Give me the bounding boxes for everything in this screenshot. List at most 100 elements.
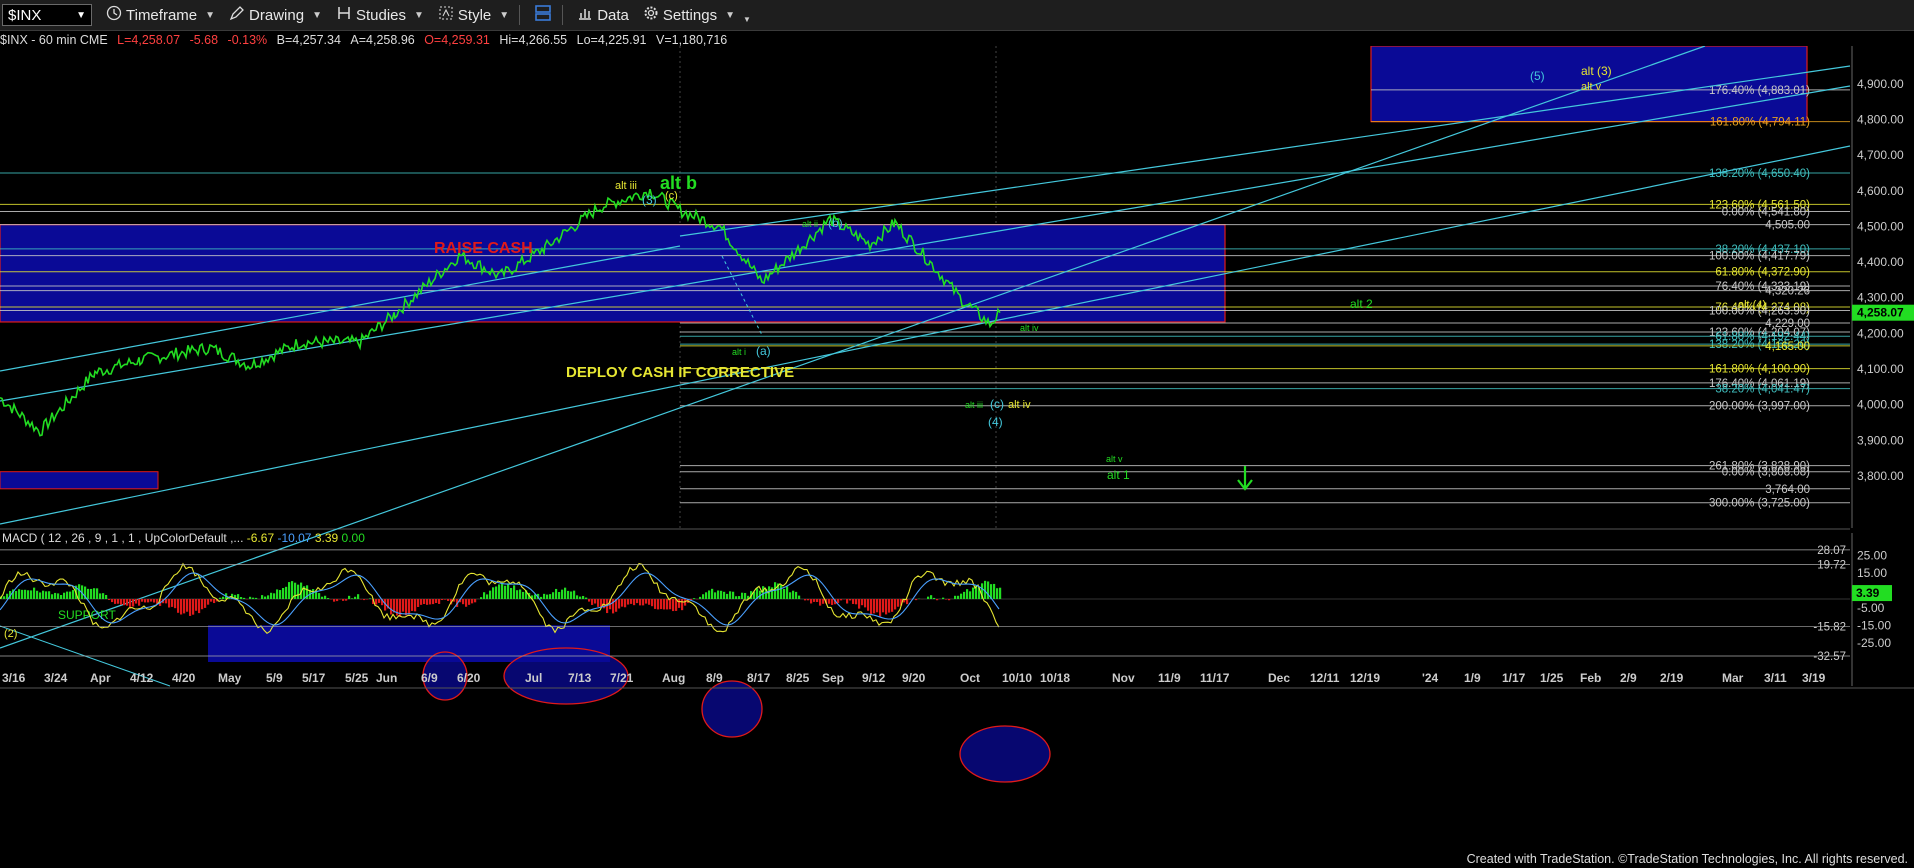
- macd-current-label: 3.39: [1856, 586, 1880, 600]
- macd-histogram-bar: [204, 599, 207, 608]
- time-axis-tick: 9/12: [862, 671, 886, 685]
- time-axis-tick: Oct: [960, 671, 980, 685]
- macd-histogram-bar: [72, 590, 75, 599]
- macd-histogram-bar: [87, 588, 90, 599]
- time-axis-tick: 4/20: [172, 671, 196, 685]
- fib-level-label: 161.80% (4,100.90): [1709, 364, 1810, 376]
- studies-menu[interactable]: Studies ▼: [336, 5, 424, 25]
- macd-level-label: 19.72: [1817, 559, 1846, 571]
- time-axis-tick: 1/9: [1464, 671, 1481, 685]
- macd-histogram-bar: [33, 587, 36, 599]
- macd-histogram-bar: [888, 599, 891, 613]
- macd-histogram-bar: [930, 595, 933, 599]
- fib-level-label: 38.20% (4,041.47): [1715, 384, 1810, 396]
- price-axis-tick: 4,500.00: [1857, 219, 1904, 233]
- macd-histogram-bar: [852, 599, 855, 604]
- macd-histogram-bar: [960, 593, 963, 599]
- symbol-input[interactable]: $INX ▼: [2, 4, 92, 26]
- macd-histogram-bar: [468, 599, 471, 605]
- fib-level-label: 4,165.00: [1765, 341, 1810, 353]
- macd-histogram-bar: [588, 599, 591, 602]
- macd-histogram-bar: [495, 586, 498, 599]
- macd-histogram-bar: [399, 599, 402, 617]
- time-axis-tick: 4/12: [130, 671, 154, 685]
- style-menu[interactable]: Style ▼: [438, 5, 509, 25]
- macd-histogram-bar: [348, 595, 351, 599]
- macd-histogram-bar: [669, 599, 672, 610]
- macd-histogram-bar: [762, 586, 765, 599]
- macd-histogram-bar: [165, 599, 168, 604]
- macd-histogram-bar: [999, 587, 1002, 599]
- data-menu[interactable]: Data: [577, 5, 629, 25]
- macd-histogram-bar: [738, 596, 741, 599]
- timeframe-menu[interactable]: Timeframe ▼: [106, 5, 215, 25]
- macd-histogram-bar: [240, 597, 243, 599]
- macd-histogram-bar: [663, 599, 666, 610]
- macd-histogram-bar: [321, 596, 324, 599]
- macd-histogram-bar: [516, 590, 519, 599]
- macd-histogram-bar: [744, 592, 747, 599]
- macd-histogram-bar: [540, 596, 543, 599]
- macd-histogram-bar: [969, 591, 972, 599]
- chevron-down-icon: ▼: [414, 9, 424, 21]
- macd-histogram-bar: [375, 599, 378, 605]
- clock-icon: [106, 5, 122, 25]
- macd-histogram-bar: [786, 586, 789, 599]
- time-axis-tick: 5/9: [266, 671, 283, 685]
- layout-icon: [534, 4, 552, 26]
- settings-menu[interactable]: Settings ▼ ▼: [643, 5, 751, 25]
- macd-histogram-bar: [90, 588, 93, 599]
- time-axis-tick: 12/11: [1310, 671, 1340, 685]
- macd-histogram-bar: [21, 589, 24, 599]
- time-axis-tick: 9/20: [902, 671, 926, 685]
- macd-ellipse: [959, 725, 1051, 783]
- quote-info-line: $INX - 60 min CME L=4,258.07 -5.68 -0.13…: [0, 33, 727, 47]
- macd-histogram-bar: [621, 599, 624, 607]
- macd-histogram-bar: [672, 599, 675, 612]
- macd-histogram-bar: [792, 590, 795, 599]
- macd-histogram-bar: [561, 589, 564, 599]
- macd-axis-tick: 15.00: [1857, 566, 1887, 580]
- macd-histogram-bar: [99, 593, 102, 599]
- style-icon: [438, 5, 454, 25]
- macd-histogram-bar: [594, 599, 597, 604]
- macd-histogram-bar: [705, 592, 708, 599]
- price-chart[interactable]: 176.40% (4,883.01)161.80% (4,794.11)138.…: [0, 46, 1914, 858]
- macd-histogram-bar: [480, 597, 483, 599]
- drawing-menu[interactable]: Drawing ▼: [229, 5, 322, 25]
- time-axis-tick: Sep: [822, 671, 844, 685]
- chevron-down-icon: ▼: [725, 9, 735, 21]
- toolbar-divider: [519, 5, 521, 25]
- macd-histogram-bar: [261, 595, 264, 599]
- macd-histogram-bar: [213, 599, 216, 604]
- macd-histogram-bar: [138, 599, 141, 606]
- layout-button[interactable]: [534, 4, 552, 26]
- macd-histogram-bar: [54, 592, 57, 599]
- time-axis-tick: 11/17: [1200, 671, 1230, 685]
- macd-histogram-bar: [378, 599, 381, 603]
- macd-histogram-bar: [546, 594, 549, 599]
- time-axis-tick: 3/19: [1802, 671, 1826, 685]
- fib-level-label: 100.00% (4,417.79): [1709, 251, 1810, 263]
- macd-histogram-bar: [168, 599, 171, 608]
- macd-ellipse: [701, 680, 763, 738]
- footer-credit: Created with TradeStation. ©TradeStation…: [1466, 852, 1908, 866]
- macd-histogram-bar: [51, 594, 54, 599]
- macd-histogram-bar: [105, 594, 108, 599]
- bar-chart-icon: [577, 5, 593, 25]
- macd-histogram-bar: [285, 586, 288, 599]
- price-axis-tick: 4,900.00: [1857, 77, 1904, 91]
- macd-histogram-bar: [873, 599, 876, 614]
- macd-histogram-bar: [897, 599, 900, 607]
- macd-histogram-bar: [885, 599, 888, 615]
- chart-background: [0, 46, 1914, 858]
- macd-histogram-bar: [714, 592, 717, 599]
- price-axis-tick: 4,000.00: [1857, 398, 1904, 412]
- chevron-down-icon: ▼: [205, 9, 216, 21]
- macd-histogram-bar: [501, 582, 504, 599]
- wave-annotation: alt i: [732, 347, 746, 357]
- time-axis-tick: 5/17: [302, 671, 326, 685]
- studies-label: Studies: [355, 6, 407, 24]
- chevron-down-icon[interactable]: ▼: [76, 10, 86, 21]
- macd-histogram-bar: [198, 599, 201, 614]
